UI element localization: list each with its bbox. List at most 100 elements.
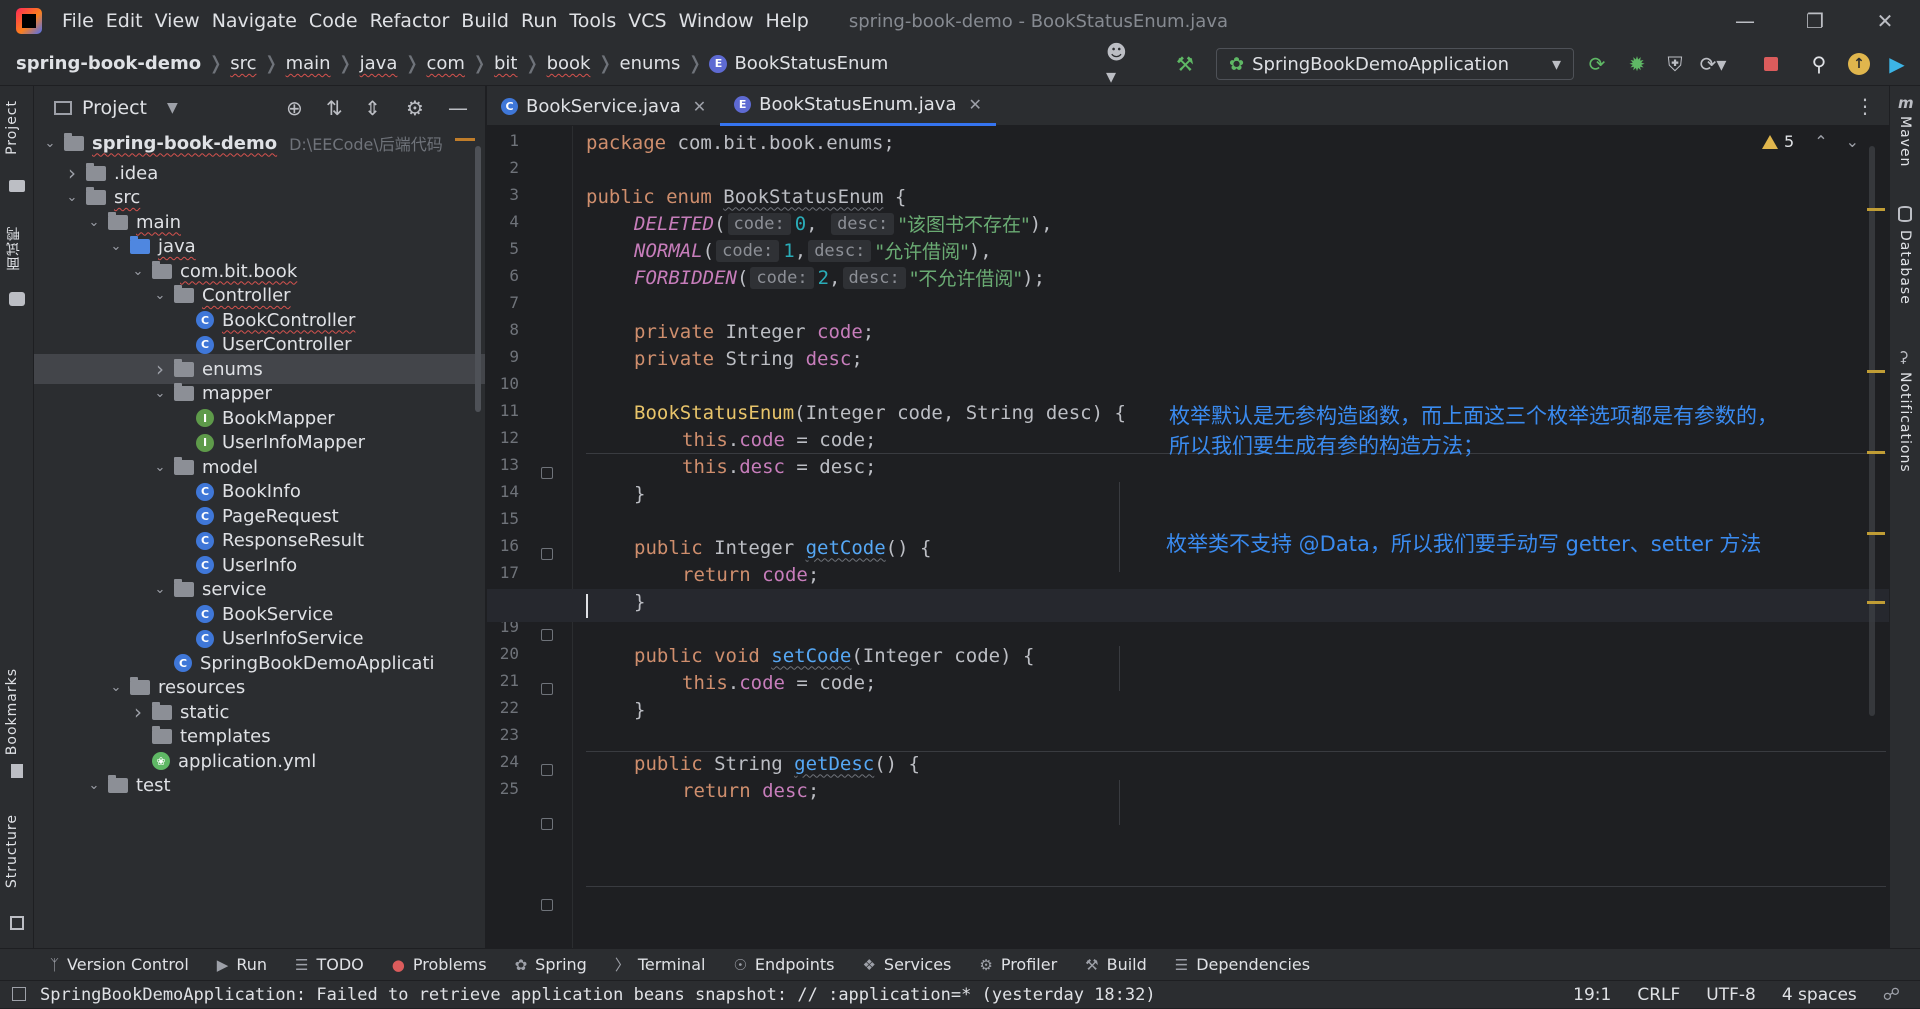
line-number[interactable]: 10 bbox=[487, 374, 519, 393]
line-number[interactable]: 24 bbox=[487, 752, 519, 771]
search-icon[interactable]: ⚲ bbox=[1806, 51, 1832, 77]
tab-bookstatusenum[interactable]: E BookStatusEnum.java ✕ bbox=[720, 86, 996, 126]
breadcrumb-src[interactable]: src bbox=[230, 53, 256, 74]
line-number[interactable]: 9 bbox=[487, 347, 519, 366]
restore-icon[interactable]: ❐ bbox=[1780, 0, 1850, 42]
endpoints-tool[interactable]: ☉ Endpoints bbox=[733, 955, 834, 974]
line-number[interactable]: 14 bbox=[487, 482, 519, 501]
minimize-icon[interactable]: — bbox=[1710, 0, 1780, 42]
menu-window[interactable]: Window bbox=[673, 0, 760, 42]
rerun-icon[interactable]: ⟳ bbox=[1584, 51, 1610, 77]
tree-item-test[interactable]: ⌄ test bbox=[34, 771, 485, 801]
run-configuration-select[interactable]: ✿ SpringBookDemoApplication ▾ bbox=[1216, 48, 1574, 80]
lock-icon[interactable]: ☍ bbox=[1883, 985, 1900, 1005]
menu-refactor[interactable]: Refactor bbox=[364, 0, 456, 42]
menu-tools[interactable]: Tools bbox=[563, 0, 622, 42]
fold-icon[interactable] bbox=[541, 629, 553, 641]
close-icon[interactable]: ✕ bbox=[693, 97, 706, 116]
line-number[interactable]: 22 bbox=[487, 698, 519, 717]
line-number[interactable]: 4 bbox=[487, 212, 519, 231]
interview-tool-tab[interactable]: 面试鸭 bbox=[4, 226, 24, 271]
menu-navigate[interactable]: Navigate bbox=[206, 0, 303, 42]
stop-icon[interactable] bbox=[1758, 51, 1784, 77]
terminal-tool[interactable]: 〉 Terminal bbox=[615, 954, 706, 975]
locate-icon[interactable]: ⊕ bbox=[286, 96, 303, 120]
warning-marker[interactable] bbox=[1867, 370, 1885, 373]
hide-icon[interactable]: — bbox=[448, 96, 468, 120]
line-number[interactable]: 8 bbox=[487, 320, 519, 339]
warning-marker[interactable] bbox=[1867, 601, 1885, 604]
breadcrumb-bit[interactable]: bit bbox=[494, 53, 517, 74]
indent-setting[interactable]: 4 spaces bbox=[1782, 985, 1857, 1005]
line-number[interactable]: 20 bbox=[487, 644, 519, 663]
fold-icon[interactable] bbox=[541, 548, 553, 560]
services-tool[interactable]: ❖ Services bbox=[862, 955, 951, 974]
line-separator[interactable]: CRLF bbox=[1637, 985, 1680, 1005]
close-icon[interactable]: ✕ bbox=[1850, 0, 1920, 42]
warning-marker[interactable] bbox=[1867, 208, 1885, 211]
menu-file[interactable]: File bbox=[56, 0, 100, 42]
menu-code[interactable]: Code bbox=[303, 0, 364, 42]
expand-all-icon[interactable]: ⇅ bbox=[326, 96, 343, 120]
maven-tool-tab[interactable]: Maven bbox=[1897, 116, 1913, 167]
tree-root[interactable]: ⌄ spring-book-demo D:\EECode\后端代码 bbox=[34, 128, 485, 158]
menu-vcs[interactable]: VCS bbox=[622, 0, 672, 42]
bookmarks-tool-tab[interactable]: Bookmarks bbox=[4, 668, 20, 755]
collapse-all-icon[interactable]: ⇕ bbox=[364, 96, 381, 120]
line-number[interactable]: 1 bbox=[487, 131, 519, 150]
caret-position[interactable]: 19:1 bbox=[1573, 985, 1611, 1005]
version-control-tool[interactable]: ᛉ Version Control bbox=[50, 955, 189, 974]
fold-icon[interactable] bbox=[541, 683, 553, 695]
menu-help[interactable]: Help bbox=[759, 0, 814, 42]
breadcrumb-java[interactable]: java bbox=[360, 53, 398, 74]
chevron-down-icon[interactable]: ⌄ bbox=[1846, 132, 1859, 151]
warning-marker[interactable] bbox=[1867, 451, 1885, 454]
database-tool-tab[interactable]: Database bbox=[1897, 230, 1913, 305]
fold-icon[interactable] bbox=[541, 764, 553, 776]
line-number[interactable]: 6 bbox=[487, 266, 519, 285]
breadcrumb-main[interactable]: main bbox=[286, 53, 331, 74]
dependencies-tool[interactable]: ☰ Dependencies bbox=[1175, 955, 1310, 974]
menu-edit[interactable]: Edit bbox=[100, 0, 149, 42]
line-number[interactable]: 5 bbox=[487, 239, 519, 258]
close-icon[interactable]: ✕ bbox=[969, 95, 982, 114]
fold-icon[interactable] bbox=[541, 818, 553, 830]
run-tool[interactable]: ▶ Run bbox=[217, 955, 267, 974]
warning-marker[interactable] bbox=[1867, 532, 1885, 535]
line-number[interactable]: 2 bbox=[487, 158, 519, 177]
line-number[interactable]: 25 bbox=[487, 779, 519, 798]
structure-tool-tab[interactable]: Structure bbox=[4, 814, 20, 888]
spring-tool[interactable]: ✿ Spring bbox=[515, 955, 587, 974]
fold-icon[interactable] bbox=[541, 467, 553, 479]
update-icon[interactable]: ↑ bbox=[1846, 51, 1872, 77]
todo-tool[interactable]: ☰ TODO bbox=[295, 955, 364, 974]
line-number[interactable]: 12 bbox=[487, 428, 519, 447]
inspection-widget[interactable]: 5 ⌃ ⌄ bbox=[1762, 132, 1859, 151]
toggle-tool-windows-icon[interactable] bbox=[12, 987, 26, 1001]
line-number[interactable]: 15 bbox=[487, 509, 519, 528]
more-tabs-icon[interactable]: ⋮ bbox=[1855, 94, 1875, 118]
profiler-tool[interactable]: ⚙ Profiler bbox=[979, 955, 1057, 974]
user-icon[interactable]: ☻▾ bbox=[1106, 40, 1132, 88]
breadcrumb-enums[interactable]: enums bbox=[620, 53, 681, 74]
breadcrumb-project[interactable]: spring-book-demo bbox=[16, 53, 201, 74]
build-tool[interactable]: ⚒ Build bbox=[1085, 955, 1147, 974]
code-editor[interactable]: 1234567891011121314151617181920212223242… bbox=[487, 126, 1889, 948]
line-number[interactable]: 17 bbox=[487, 563, 519, 582]
line-number[interactable]: 7 bbox=[487, 293, 519, 312]
line-number[interactable]: 21 bbox=[487, 671, 519, 690]
line-number[interactable]: 3 bbox=[487, 185, 519, 204]
line-number[interactable]: 11 bbox=[487, 401, 519, 420]
build-hammer-icon[interactable]: ⚒ bbox=[1172, 51, 1198, 77]
menu-run[interactable]: Run bbox=[515, 0, 563, 42]
notifications-tool-tab[interactable]: Notifications bbox=[1897, 372, 1913, 473]
breadcrumb-com[interactable]: com bbox=[426, 53, 464, 74]
chevron-down-icon[interactable]: ▼ bbox=[167, 100, 178, 116]
project-panel-title[interactable]: Project bbox=[82, 97, 147, 119]
line-number[interactable]: 23 bbox=[487, 725, 519, 744]
coverage-icon[interactable]: ⛨ bbox=[1662, 51, 1688, 77]
status-message[interactable]: SpringBookDemoApplication: Failed to ret… bbox=[40, 985, 1156, 1005]
breadcrumb-class[interactable]: E BookStatusEnum bbox=[709, 53, 888, 74]
profile-icon[interactable]: ⟳▾ bbox=[1700, 51, 1727, 77]
project-tool-tab[interactable]: Project bbox=[4, 100, 20, 155]
